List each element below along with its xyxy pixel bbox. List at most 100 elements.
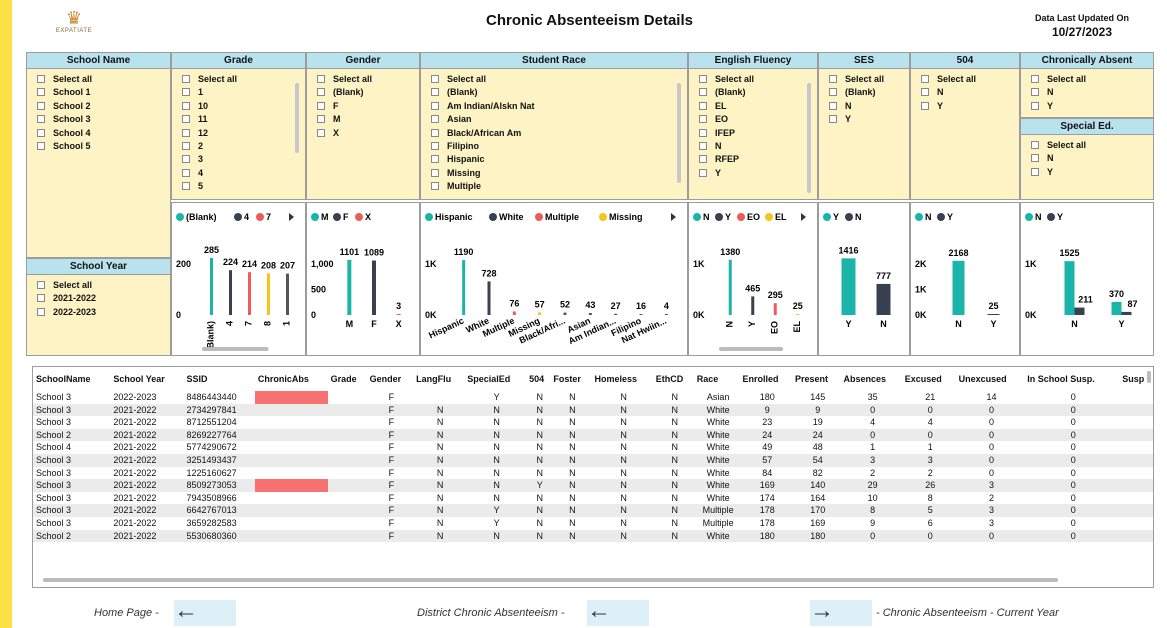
column-header[interactable]: EthCD xyxy=(653,367,694,391)
school-name-slicer[interactable]: School Name Select all School 1 School 2 Sch… xyxy=(26,52,171,258)
special-ed-slicer[interactable]: Special Ed. Select all N Y xyxy=(1020,118,1154,200)
table-row[interactable]: School 3 2022-2023 8486443440 F Y N N N N Asian 18… xyxy=(33,391,1153,404)
slicer-option[interactable]: N xyxy=(699,140,817,153)
slicer-option[interactable]: 3 xyxy=(182,153,305,166)
column-header[interactable]: LangFlu xyxy=(413,367,464,391)
table-row[interactable]: School 2 2021-2022 8269227764 F N N N N N N White 2… xyxy=(33,428,1153,442)
table-row[interactable]: School 2 2021-2022 5530680360 F N N N N N N White 1… xyxy=(33,529,1153,543)
column-header[interactable]: School Year xyxy=(110,367,183,391)
slicer-option[interactable]: 4 xyxy=(182,167,305,180)
checkbox-icon[interactable] xyxy=(182,141,190,150)
checkbox-icon[interactable] xyxy=(37,101,45,110)
checkbox-icon[interactable] xyxy=(431,141,439,150)
slicer-option[interactable]: X xyxy=(317,127,419,140)
slicer-option[interactable]: School 1 xyxy=(37,86,170,99)
table-row[interactable]: School 3 2021-2022 8712551204 F N N N N N N White 2… xyxy=(33,416,1153,429)
checkbox-icon[interactable] xyxy=(182,115,190,124)
slicer-scrollbar[interactable] xyxy=(677,83,681,183)
slicer-option[interactable]: School 3 xyxy=(37,113,170,126)
slicer-option[interactable]: (Blank) xyxy=(829,86,909,99)
column-header[interactable]: 504 xyxy=(526,367,550,391)
checkbox-icon[interactable] xyxy=(182,128,190,137)
chronically-absent-slicer[interactable]: Chronically Absent Select all N Y xyxy=(1020,52,1154,118)
table-row[interactable]: School 3 2021-2022 8509273053 F N N Y N N N White 1… xyxy=(33,479,1153,492)
checkbox-icon[interactable] xyxy=(431,88,439,97)
checkbox-icon[interactable] xyxy=(699,75,707,83)
checkbox-icon[interactable] xyxy=(317,115,325,124)
slicer-option[interactable]: Hispanic xyxy=(431,153,687,166)
slicer-scrollbar[interactable] xyxy=(295,83,299,153)
slicer-option[interactable]: 12 xyxy=(182,127,305,140)
slicer-option[interactable]: Select all xyxy=(921,73,1019,86)
column-header[interactable]: Foster xyxy=(550,367,591,391)
checkbox-icon[interactable] xyxy=(1031,101,1039,110)
slicer-option[interactable]: N xyxy=(829,100,909,113)
checkbox-icon[interactable] xyxy=(829,101,837,110)
checkbox-icon[interactable] xyxy=(829,75,837,83)
column-header[interactable]: Absences xyxy=(841,367,902,391)
slicer-option[interactable]: School 5 xyxy=(37,140,170,153)
checkbox-icon[interactable] xyxy=(1031,75,1039,83)
slicer-option[interactable]: N xyxy=(921,86,1019,99)
column-header[interactable]: Enrolled xyxy=(740,367,793,391)
checkbox-icon[interactable] xyxy=(431,182,439,191)
slicer-option[interactable]: Black/African Am xyxy=(431,127,687,140)
slicer-option[interactable]: M xyxy=(317,113,419,126)
checkbox-icon[interactable] xyxy=(829,88,837,97)
slicer-option[interactable]: (Blank) xyxy=(699,86,817,99)
detail-table[interactable]: SchoolName School Year SSID ChronicAbs Grade… xyxy=(32,366,1154,588)
slicer-option[interactable]: Select all xyxy=(182,73,305,86)
slicer-option[interactable]: Select all xyxy=(829,73,909,86)
english-fluency-slicer[interactable]: English Fluency Select all (Blank) EL EO IFEP… xyxy=(688,52,818,200)
slicer-option[interactable]: Y xyxy=(1031,166,1153,179)
checkbox-icon[interactable] xyxy=(37,294,45,303)
slicer-option[interactable]: N xyxy=(1031,152,1153,165)
checkbox-icon[interactable] xyxy=(921,101,929,110)
slicer-option[interactable]: 11 xyxy=(182,113,305,126)
checkbox-icon[interactable] xyxy=(921,88,929,97)
column-header[interactable]: SSID xyxy=(184,367,255,391)
checkbox-icon[interactable] xyxy=(829,115,837,124)
slicer-option[interactable]: Y xyxy=(699,167,817,180)
slicer-option[interactable]: School 4 xyxy=(37,127,170,140)
slicer-option[interactable]: IFEP xyxy=(699,127,817,140)
checkbox-icon[interactable] xyxy=(431,168,439,177)
checkbox-icon[interactable] xyxy=(699,88,707,97)
checkbox-icon[interactable] xyxy=(37,281,45,289)
slicer-option[interactable]: School 2 xyxy=(37,100,170,113)
column-header[interactable]: In School Susp. xyxy=(1024,367,1119,391)
column-header[interactable]: Grade xyxy=(328,367,367,391)
table-row[interactable]: School 4 2021-2022 5774290672 F N N N N N N White 4… xyxy=(33,441,1153,454)
slicer-option[interactable]: (Blank) xyxy=(317,86,419,99)
ses-slicer[interactable]: SES Select all (Blank) N Y xyxy=(818,52,910,200)
slicer-option[interactable]: Select all xyxy=(1031,73,1153,86)
504-slicer[interactable]: 504 Select all N Y xyxy=(910,52,1020,200)
table-row[interactable]: School 3 2021-2022 3251493437 F N N N N N N White 5… xyxy=(33,453,1153,467)
home-page-button[interactable]: ← xyxy=(174,599,236,626)
checkbox-icon[interactable] xyxy=(1031,88,1039,97)
horizontal-scrollbar[interactable] xyxy=(43,578,1058,582)
slicer-option[interactable]: Select all xyxy=(699,73,817,86)
checkbox-icon[interactable] xyxy=(699,141,707,150)
slicer-option[interactable]: Y xyxy=(829,113,909,126)
slicer-option[interactable]: RFEP xyxy=(699,153,817,166)
checkbox-icon[interactable] xyxy=(37,307,45,316)
slicer-option[interactable]: 1 xyxy=(182,86,305,99)
checkbox-icon[interactable] xyxy=(182,155,190,164)
checkbox-icon[interactable] xyxy=(1031,154,1039,163)
slicer-option[interactable]: Missing xyxy=(431,167,687,180)
checkbox-icon[interactable] xyxy=(37,128,45,137)
grade-slicer[interactable]: Grade Select all 1 10 11 12 2 3 4 5 xyxy=(171,52,306,200)
checkbox-icon[interactable] xyxy=(37,141,45,150)
checkbox-icon[interactable] xyxy=(431,115,439,124)
school-year-slicer[interactable]: School Year Select all 2021-2022 2022-2023 xyxy=(26,258,171,356)
column-header[interactable]: SpecialEd xyxy=(464,367,526,391)
checkbox-icon[interactable] xyxy=(182,88,190,97)
checkbox-icon[interactable] xyxy=(317,101,325,110)
checkbox-icon[interactable] xyxy=(699,128,707,137)
slicer-option[interactable]: Filipino xyxy=(431,140,687,153)
column-header[interactable]: Homeless xyxy=(591,367,652,391)
district-button[interactable]: ← xyxy=(587,599,649,626)
table-row[interactable]: School 3 2021-2022 7943508966 F N N N N N N White 1… xyxy=(33,492,1153,505)
slicer-option[interactable]: Am Indian/Alskn Nat xyxy=(431,100,687,113)
